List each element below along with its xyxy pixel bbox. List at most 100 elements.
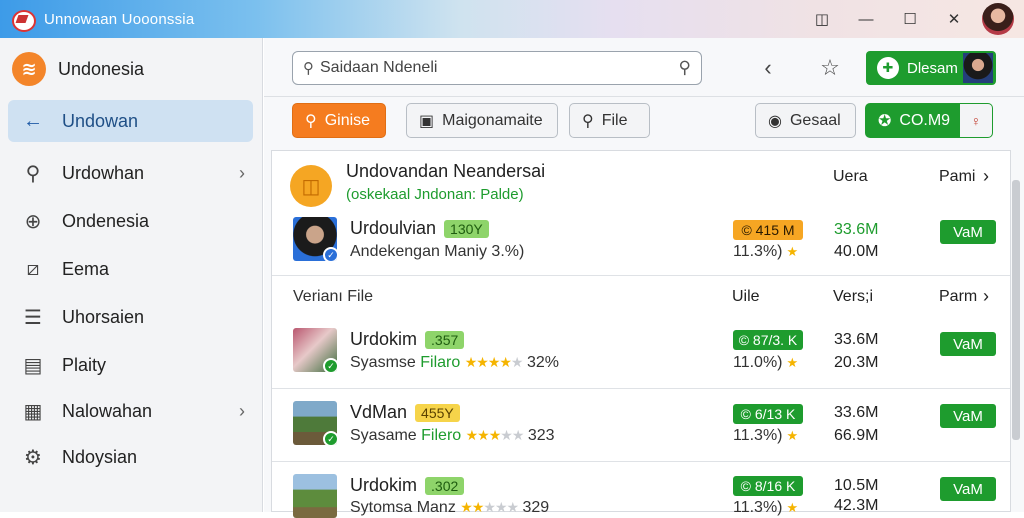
column-header: Uile <box>732 288 760 305</box>
arrow-left-icon: ← <box>23 109 43 132</box>
sidebar-item-label: Eema <box>62 258 110 279</box>
rating: 11.3%) ★ <box>733 499 799 516</box>
chevron-right-icon[interactable]: › <box>983 166 989 187</box>
scrollbar[interactable] <box>1012 180 1020 440</box>
maximize-icon[interactable]: ☐ <box>888 3 932 35</box>
row-divider <box>272 461 1010 462</box>
main-content: ⚲ Saidaan Ndeneli ⚲ ‹ ☆ ✚ Dlesam ⚲ Ginis… <box>264 38 1024 518</box>
version-tag: 455Y <box>415 404 460 422</box>
star-rating-icon: ★★★★★ <box>460 499 519 515</box>
avatar[interactable] <box>982 3 1014 35</box>
download-button[interactable]: ✚ Dlesam <box>866 51 996 85</box>
section-title: Verianı File <box>293 288 374 305</box>
search-input[interactable]: ⚲ Saidaan Ndeneli ⚲ <box>292 51 702 85</box>
star-icon[interactable]: ☆ <box>814 52 846 84</box>
com9-button[interactable]: ✪ CO.M9 ♀ <box>865 103 993 138</box>
sidebar-item-label: Uhorsaien <box>62 306 145 327</box>
value-1: 33.6M <box>834 221 879 238</box>
rating: 11.3%) ★ <box>733 427 799 444</box>
view-button[interactable]: VaM <box>940 477 996 501</box>
sidebar-item-label: Ondenesia <box>62 210 150 231</box>
size-badge: © 8/16 K <box>733 476 803 496</box>
sidebar-item-ondenesia[interactable]: ⊕ Ondenesia <box>8 200 253 242</box>
gallery-icon: ▣ <box>419 112 435 130</box>
button-label: Maigonamaite <box>442 111 543 129</box>
rating: 11.3%) ★ <box>733 243 799 260</box>
brand-icon: ≋ <box>12 52 46 86</box>
chevron-right-icon: › <box>239 162 245 183</box>
sidebar-item-urdowhan[interactable]: ⚲ Urdowhan › <box>8 152 253 194</box>
minimize-icon[interactable]: — <box>844 3 888 35</box>
avatar <box>963 53 993 83</box>
badge-icon: ✓ <box>323 358 337 372</box>
column-header: Vers;i <box>833 288 874 305</box>
column-header: Parm <box>939 288 978 305</box>
sidebar-item-label: Urdowhan <box>62 162 145 183</box>
maigonamaite-button[interactable]: ▣ Maigonamaite <box>406 103 558 138</box>
value-2: 66.9M <box>834 427 879 444</box>
sidebar-item-uhorsaien[interactable]: ☰ Uhorsaien <box>8 296 253 338</box>
value-1: 33.6M <box>834 404 879 421</box>
thumbnail: ✓ <box>293 217 337 261</box>
sidebar-item-label: Undonesia <box>58 58 145 79</box>
search-icon: ⚲ <box>303 60 314 77</box>
list-icon: ▤ <box>23 354 43 377</box>
row-subtitle: Syasmse Filaro ★★★★★ 32% <box>350 354 559 371</box>
star-icon: ✪ <box>878 112 892 130</box>
window-title: Unnowaan Uooonssia <box>44 10 195 28</box>
thumbnail <box>293 474 337 518</box>
view-button[interactable]: VaM <box>940 404 996 428</box>
calendar-icon: ▦ <box>23 400 43 423</box>
size-badge: © 415 M <box>733 220 803 240</box>
selected-subtitle: (oskekaal Jndonan: Palde) <box>346 186 524 203</box>
sidebar-item-undonesia[interactable]: ≋ Undonesia <box>8 48 253 90</box>
chevron-right-icon[interactable]: › <box>983 286 989 307</box>
row-title: Urdokim .357 <box>350 329 465 350</box>
file-list: ◫ Undovandan Neandersai (oskekaal Jndona… <box>271 150 1011 518</box>
sidebar-item-undowan[interactable]: ← Undowan <box>8 100 253 142</box>
search-input-value: Saidaan Ndeneli <box>320 59 438 76</box>
view-button[interactable]: VaM <box>940 332 996 356</box>
selected-title: Undovandan Neandersai <box>346 161 546 181</box>
sidebar-item-eema[interactable]: ⧄ Eema <box>8 248 253 290</box>
version-tag: .302 <box>425 477 465 495</box>
back-chevron-icon[interactable]: ‹ <box>752 52 784 84</box>
search-icon: ⚲ <box>25 162 41 185</box>
chevron-right-icon: › <box>239 400 245 421</box>
view-button[interactable]: VaM <box>940 220 996 244</box>
app-logo-icon <box>10 6 36 32</box>
value-1: 33.6M <box>834 331 879 348</box>
title-bar: Unnowaan Uooonssia ◫ — ☐ ✕ <box>0 0 1024 38</box>
close-icon[interactable]: ✕ <box>932 3 976 35</box>
star-rating-icon: ★★★★★ <box>465 427 525 443</box>
download-icon: ✚ <box>877 57 899 79</box>
column-header: Pami <box>939 168 976 185</box>
search-icon: ⚲ <box>582 112 594 130</box>
sidebar-item-plaity[interactable]: ▤ Plaity <box>8 344 253 386</box>
value-1: 10.5M <box>834 477 879 494</box>
star-rating-icon: ★★★★★ <box>464 354 524 370</box>
document-icon: ☰ <box>24 306 42 329</box>
circle-icon: ◉ <box>768 112 782 130</box>
sidebar-item-ndoysian[interactable]: ⚙ Ndoysian <box>8 436 253 478</box>
file-button[interactable]: ⚲ File <box>569 103 650 138</box>
camera-icon[interactable]: ◫ <box>800 3 844 35</box>
pin-icon[interactable]: ♀ <box>960 104 992 137</box>
sidebar-item-nalowahan[interactable]: ▦ Nalowahan › <box>8 390 253 432</box>
crop-icon: ⧄ <box>26 257 40 280</box>
divider <box>264 96 1024 97</box>
magnifier-icon[interactable]: ⚲ <box>679 58 691 78</box>
thumbnail: ✓ <box>293 328 337 372</box>
sidebar-item-label: Ndoysian <box>62 446 138 467</box>
row-title: VdMan 455Y <box>350 402 460 423</box>
ginise-button[interactable]: ⚲ Ginise <box>292 103 386 138</box>
sidebar-item-label: Undowan <box>62 110 139 131</box>
button-label: Gesaal <box>789 111 841 129</box>
button-label: CO.M9 <box>899 111 951 129</box>
value-2: 20.3M <box>834 354 879 371</box>
gesaal-button[interactable]: ◉ Gesaal <box>755 103 856 138</box>
row-title: Urdoulvian 130Y <box>350 218 489 239</box>
value-2: 40.0M <box>834 243 879 260</box>
gear-icon: ⚙ <box>24 446 42 469</box>
rating: 11.0%) ★ <box>733 354 799 371</box>
